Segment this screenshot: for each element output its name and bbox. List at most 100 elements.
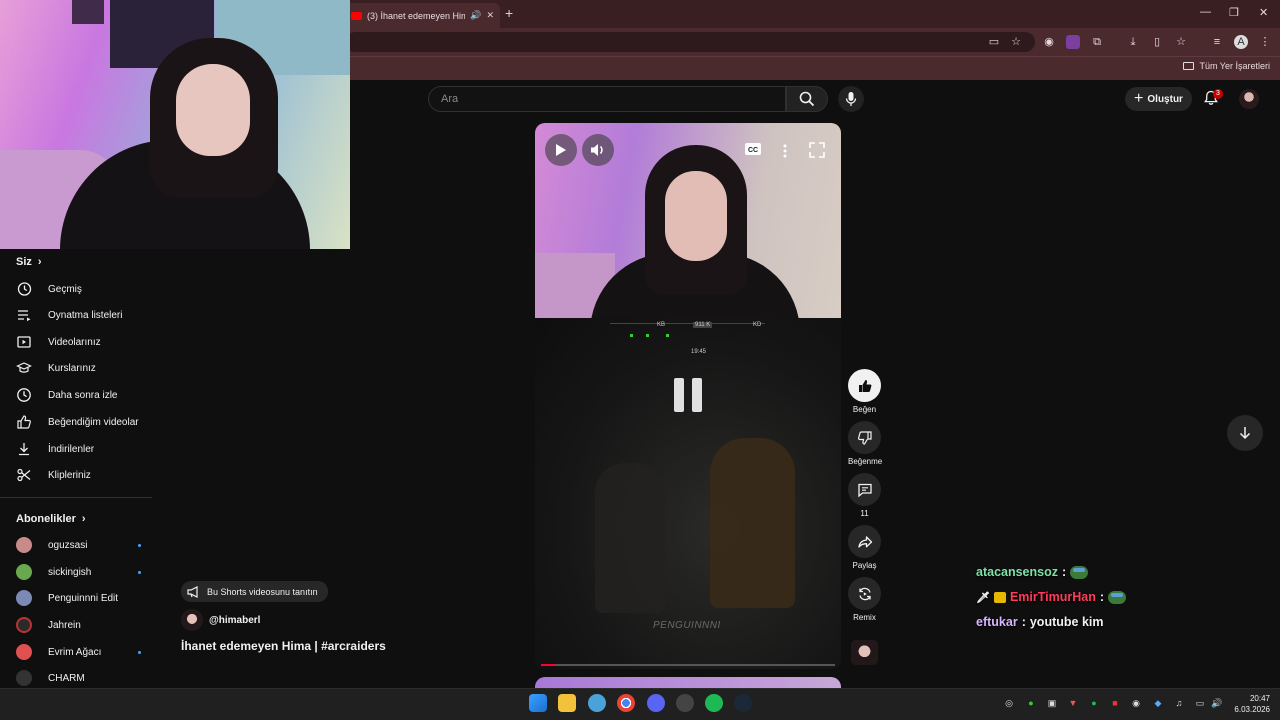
all-bookmarks-button[interactable]: Tüm Yer İşaretleri [1183, 61, 1270, 71]
like-button[interactable]: Beğen [848, 369, 881, 414]
volume-button[interactable] [582, 134, 614, 166]
taskbar-clock[interactable]: 20:47 6.03.2026 [1230, 693, 1270, 715]
arrow-down-icon [1239, 427, 1251, 440]
chat-message: eftukar : youtube kim [976, 615, 1103, 629]
subscription-evrim-agaci[interactable]: Evrim Ağacı [16, 642, 141, 662]
tray-steam-icon[interactable]: ◉ [1130, 697, 1142, 709]
dislike-button[interactable]: Beğenme [848, 421, 882, 466]
side-panel-icon[interactable]: ▯ [1150, 35, 1164, 49]
sidebar-item-history[interactable]: Geçmiş [16, 279, 151, 299]
next-short-button[interactable] [1227, 415, 1263, 451]
subscription-oguzsasi[interactable]: oguzsasi [16, 535, 141, 555]
browser-tab[interactable]: (3) İhanet edemeyen Hima 🔊 ✕ [345, 3, 500, 28]
chevron-right-icon: › [81, 513, 86, 525]
voice-search-button[interactable] [838, 86, 864, 112]
taskbar-app-icon[interactable] [588, 694, 606, 712]
tray-status-icon[interactable]: ● [1025, 697, 1037, 709]
sidebar-item-label: Geçmiş [48, 283, 82, 295]
new-tab-button[interactable]: + [505, 5, 513, 21]
sidebar-item-your-videos[interactable]: Videolarınız [16, 332, 151, 352]
chrome-icon[interactable] [617, 694, 635, 712]
play-icon [556, 144, 566, 156]
short-title[interactable]: İhanet edemeyen Hima | #arcraiders [181, 639, 386, 653]
sidebar-item-courses[interactable]: Kurslarınız [16, 358, 151, 378]
file-explorer-icon[interactable] [558, 694, 576, 712]
sidebar-item-clips[interactable]: Klipleriniz [16, 465, 151, 485]
thumbs-down-icon [857, 430, 872, 445]
share-circle [848, 525, 881, 558]
restore-button[interactable]: ❐ [1229, 6, 1239, 19]
extension-b-icon[interactable] [1066, 35, 1080, 49]
like-icon [17, 415, 31, 429]
cast-icon[interactable]: ▭ [987, 35, 1001, 49]
compass-label-heading: 911 K [693, 322, 713, 328]
remix-label: Remix [853, 613, 876, 622]
more-options-button[interactable] [776, 142, 794, 160]
tray-app-icon[interactable]: ▣ [1046, 697, 1058, 709]
bookmark-star-icon[interactable]: ☆ [1009, 35, 1023, 49]
chat-username: EmirTimurHan [1009, 590, 1096, 604]
remix-button[interactable]: Remix [848, 577, 881, 622]
extension-a-icon[interactable]: ◉ [1042, 35, 1056, 49]
sidebar-item-liked-videos[interactable]: Beğendiğim videolar [16, 412, 151, 432]
tray-spotify-icon[interactable]: ● [1088, 697, 1100, 709]
tray-app-icon[interactable]: ♫ [1173, 697, 1185, 709]
fullscreen-button[interactable] [808, 141, 826, 159]
subscription-sickingish[interactable]: sickingish [16, 562, 141, 582]
discord-icon[interactable] [647, 694, 665, 712]
shorts-video-player[interactable]: KB 911 K KD 19:45 CC PENGUINNNI [535, 123, 841, 669]
pause-indicator-icon[interactable] [674, 378, 702, 412]
search-input[interactable]: Ara [428, 86, 786, 112]
subscription-jahrein[interactable]: Jahrein [16, 615, 141, 635]
taskbar-app-icon[interactable] [676, 694, 694, 712]
notification-count-badge: 3 [1213, 89, 1223, 99]
tray-app-icon[interactable]: ◎ [1003, 697, 1015, 709]
tray-app-icon[interactable]: ▼ [1067, 697, 1079, 709]
plus-icon: + [1134, 90, 1144, 107]
minimize-button[interactable]: — [1200, 6, 1211, 18]
account-avatar[interactable] [1239, 89, 1259, 109]
address-bar[interactable] [345, 32, 1035, 52]
sidebar-item-playlists[interactable]: Oynatma listeleri [16, 305, 151, 325]
video-progress-bar[interactable] [541, 664, 835, 666]
media-control-icon[interactable]: ≡ [1210, 35, 1224, 49]
create-button[interactable]: + Oluştur [1125, 87, 1192, 111]
extensions-puzzle-icon[interactable]: ⧉ [1090, 35, 1104, 49]
channel-name: Jahrein [48, 619, 81, 631]
search-button[interactable] [786, 86, 828, 112]
chat-message: 🗡 EmirTimurHan : [976, 590, 1127, 604]
new-content-dot [138, 650, 141, 654]
windows-start-icon[interactable] [529, 694, 547, 712]
favorites-icon[interactable]: ☆ [1174, 35, 1188, 49]
frog-emote-icon [1108, 590, 1127, 604]
sound-source-avatar[interactable] [851, 640, 878, 665]
you-section-header[interactable]: Siz › [16, 256, 42, 268]
tab-close-icon[interactable]: ✕ [486, 10, 494, 21]
steam-icon[interactable] [734, 694, 752, 712]
promote-short-button[interactable]: Bu Shorts videosunu tanıtın [181, 581, 328, 602]
captions-label: CC [748, 147, 758, 154]
sidebar-item-downloads[interactable]: İndirilenler [16, 439, 151, 459]
network-icon[interactable]: ▭ [1194, 697, 1206, 709]
tray-app-icon[interactable]: ◆ [1152, 697, 1164, 709]
captions-button[interactable]: CC [744, 142, 762, 160]
play-button[interactable] [545, 134, 577, 166]
sidebar-item-watch-later[interactable]: Daha sonra izle [16, 385, 151, 405]
channel-link[interactable]: @himaberl [181, 609, 260, 631]
volume-tray-icon[interactable]: 🔊 [1211, 697, 1223, 709]
tray-app-icon[interactable]: ■ [1109, 697, 1121, 709]
playlist-icon [18, 310, 31, 322]
subscriptions-section-header[interactable]: Abonelikler › [16, 513, 86, 525]
window-close-button[interactable]: ✕ [1259, 6, 1268, 19]
downloads-icon[interactable]: ⤓ [1126, 35, 1140, 49]
comments-button[interactable]: 11 [848, 473, 881, 518]
spotify-icon[interactable] [705, 694, 723, 712]
tab-audio-icon[interactable]: 🔊 [470, 10, 481, 21]
subscription-penguinnni-edit[interactable]: Penguinnni Edit [16, 588, 141, 608]
subscription-charm[interactable]: CHARM [16, 668, 141, 688]
channel-name: Penguinnni Edit [48, 592, 119, 604]
game-timer: 19:45 [691, 349, 707, 355]
share-button[interactable]: Paylaş [848, 525, 881, 570]
browser-menu-icon[interactable]: ⋮ [1258, 35, 1272, 49]
profile-icon[interactable]: A [1234, 35, 1248, 49]
